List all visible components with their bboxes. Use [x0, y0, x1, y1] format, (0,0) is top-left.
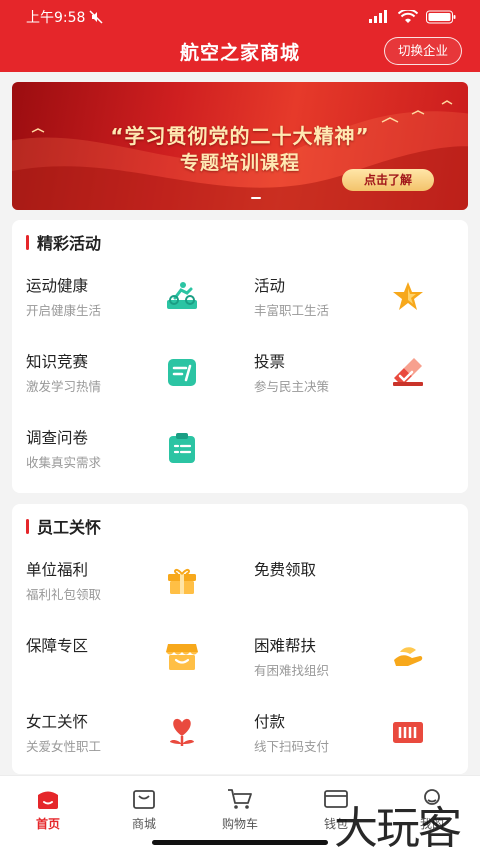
menu-item-quiz[interactable]: 知识竞赛 激发学习热情: [12, 350, 240, 406]
item-name: 知识竞赛: [26, 353, 89, 371]
menu-item-guarantee[interactable]: 保障专区: [12, 634, 240, 690]
item-desc: 关爱女性职工: [26, 739, 102, 754]
wifi-icon: [398, 10, 418, 23]
tab-home[interactable]: 首页: [0, 788, 96, 836]
menu-item-free-claim[interactable]: 免费领取: [240, 558, 468, 614]
switch-company-button[interactable]: 切换企业: [383, 37, 462, 65]
menu-item-vote[interactable]: 投票 参与民主决策: [240, 350, 468, 406]
home-indicator: [152, 840, 328, 845]
item-name: 保障专区: [26, 637, 89, 655]
tab-label: 首页: [35, 817, 60, 831]
status-bar: 上午9:58: [0, 0, 480, 34]
banner-pagination-indicator: [251, 197, 261, 199]
tab-cart[interactable]: 购物车: [192, 788, 288, 836]
sport-icon: [167, 282, 197, 309]
section-title-text: 精彩活动: [37, 234, 102, 253]
section-title: 员工关怀: [26, 516, 102, 537]
gift-icon: [168, 568, 196, 594]
tab-label: 购物车: [221, 817, 258, 831]
tab-label: 商城: [131, 817, 156, 831]
item-name: 困难帮扶: [254, 637, 317, 655]
item-name: 免费领取: [254, 561, 317, 579]
help-hand-icon: [394, 647, 423, 666]
item-desc: 丰富职工生活: [254, 303, 330, 318]
home-icon: [38, 791, 58, 809]
item-desc: 收集真实需求: [26, 455, 102, 470]
signal-icon: [369, 10, 387, 23]
item-desc: 福利礼包领取: [26, 587, 102, 602]
item-name: 女工关怀: [26, 713, 89, 731]
heart-flower-icon: [170, 718, 194, 746]
menu-item-survey[interactable]: 调查问卷 收集真实需求: [12, 426, 240, 482]
battery-icon: [426, 10, 456, 24]
title-row: 航空之家商城 切换企业: [0, 34, 480, 72]
section-title: 精彩活动: [26, 232, 102, 253]
shop-icon: [166, 644, 198, 670]
status-time: 上午9:58: [26, 7, 103, 27]
mall-icon: [133, 790, 155, 809]
banner-learn-more-button[interactable]: 点击了解: [342, 169, 434, 191]
vote-icon: [393, 358, 423, 386]
tab-mall[interactable]: 商城: [96, 788, 192, 836]
item-name: 付款: [254, 713, 286, 731]
mute-icon: [89, 10, 103, 24]
app-header: 上午9:58 航空之家商城 切换企业: [0, 0, 480, 72]
item-desc: 激发学习热情: [26, 379, 102, 394]
menu-item-women-care[interactable]: 女工关怀 关爱女性职工: [12, 710, 240, 766]
star-icon: [393, 282, 423, 310]
section-title-bar: [26, 518, 29, 534]
section-title-text: 员工关怀: [37, 518, 102, 537]
watermark-text: 大玩客: [334, 803, 462, 853]
item-name: 运动健康: [26, 277, 89, 295]
item-desc: 参与民主决策: [254, 379, 330, 394]
menu-item-sport[interactable]: 运动健康 开启健康生活: [12, 274, 240, 330]
item-desc: 线下扫码支付: [254, 739, 330, 754]
quiz-icon: [168, 359, 196, 386]
menu-item-hardship-help[interactable]: 困难帮扶 有困难找组织: [240, 634, 468, 690]
promo-banner[interactable]: “学习贯彻党的二十大精神” 专题培训课程 点击了解: [12, 82, 468, 210]
item-name: 调查问卷: [26, 429, 89, 447]
survey-icon: [169, 433, 195, 463]
item-desc: 有困难找组织: [254, 663, 330, 678]
activities-section: 精彩活动 运动健康 开启健康生活 活动 丰富职工生活 知识竞赛 激发学习热情 投…: [12, 220, 468, 493]
section-title-bar: [26, 234, 29, 250]
menu-item-welfare[interactable]: 单位福利 福利礼包领取: [12, 558, 240, 614]
status-time-text: 上午9:58: [26, 10, 86, 26]
item-desc: 开启健康生活: [26, 303, 102, 318]
menu-item-activity[interactable]: 活动 丰富职工生活: [240, 274, 468, 330]
item-name: 投票: [254, 353, 286, 371]
employee-care-section: 员工关怀 单位福利 福利礼包领取 免费领取 保障专区 困难帮扶 有困难找组织 女…: [12, 504, 468, 774]
status-indicators: [368, 10, 456, 24]
item-name: 活动: [254, 277, 286, 295]
menu-item-pay[interactable]: 付款 线下扫码支付: [240, 710, 468, 766]
item-name: 单位福利: [26, 561, 89, 579]
cart-icon: [228, 789, 252, 809]
banner-title: “学习贯彻党的二十大精神”: [110, 124, 370, 148]
pay-icon: [393, 722, 423, 743]
